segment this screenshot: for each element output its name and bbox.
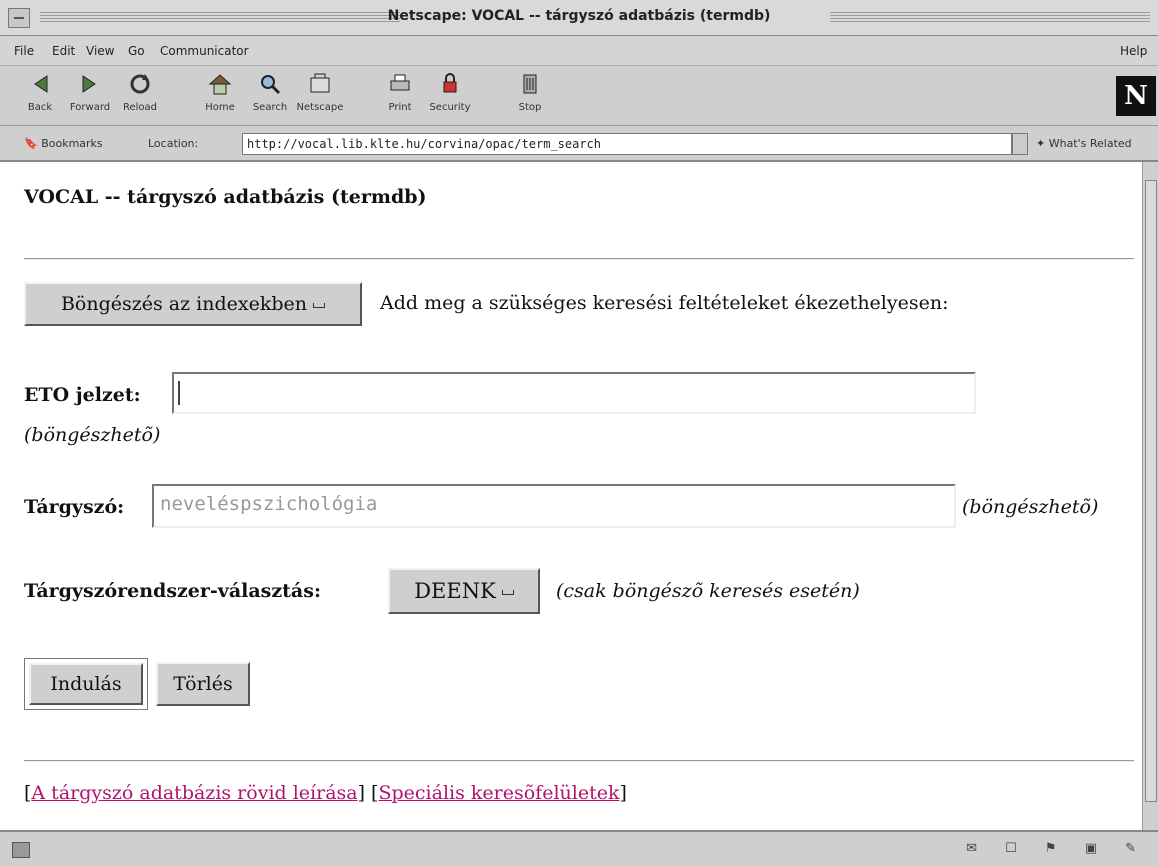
netscape-icon [310, 73, 330, 93]
reload-button[interactable]: Reload [110, 72, 170, 122]
print-icon [390, 74, 410, 91]
stop-label: Stop [518, 102, 542, 113]
subject-placeholder: neveléspszichológia [160, 493, 378, 515]
eto-label: ETO jelzet: [24, 384, 141, 406]
back-icon [34, 75, 48, 93]
text-cursor [178, 380, 180, 405]
subject-system-dropdown[interactable]: DEENK [388, 568, 540, 614]
footer-links: [A tárgyszó adatbázis rövid leírása] [Sp… [24, 782, 627, 804]
search-icon [261, 75, 281, 95]
bookmarks-button[interactable]: 🔖 Bookmarks [24, 137, 103, 150]
menu-edit[interactable]: Edit [52, 44, 75, 58]
navigation-toolbar: Back Forward Reload Home Search Netscape… [0, 66, 1158, 126]
security-icon [443, 73, 457, 93]
whats-related-button[interactable]: ✦ What's Related [1036, 137, 1132, 150]
divider [24, 258, 1134, 260]
description-link[interactable]: A tárgyszó adatbázis rövid leírása [31, 782, 357, 804]
location-bar: 🔖 Bookmarks Location: http://vocal.lib.k… [0, 126, 1158, 162]
related-icon: ✦ [1036, 137, 1046, 150]
netscape-button[interactable]: Netscape [290, 72, 350, 122]
subject-label: Tárgyszó: [24, 496, 125, 518]
security-lock-icon[interactable] [12, 842, 30, 858]
clear-button[interactable]: Törlés [156, 662, 250, 706]
bookmark-icon: 🔖 [24, 137, 38, 150]
option-menu-icon [313, 302, 326, 308]
component-bar-icons[interactable]: ✉ ☐ ⚑ ▣ ✎ [966, 841, 1148, 856]
subject-input[interactable]: neveléspszichológia [152, 484, 956, 528]
page-title: VOCAL -- tárgyszó adatbázis (termdb) [24, 186, 427, 208]
subject-system-value: DEENK [414, 579, 496, 603]
instruction-text: Add meg a szükséges keresési feltételeke… [380, 292, 949, 314]
whats-related-label: What's Related [1048, 137, 1132, 150]
menu-help[interactable]: Help [1120, 44, 1147, 58]
window-title-bar: Netscape: VOCAL -- tárgyszó adatbázis (t… [0, 0, 1158, 36]
bookmarks-label: Bookmarks [41, 137, 103, 150]
title-bar-texture [830, 12, 1150, 22]
netscape-label: Netscape [296, 102, 344, 113]
location-url-field[interactable]: http://vocal.lib.klte.hu/corvina/opac/te… [242, 133, 1012, 155]
status-bar: ✉ ☐ ⚑ ▣ ✎ [0, 830, 1158, 866]
menu-view[interactable]: View [86, 44, 114, 58]
stop-icon [523, 74, 537, 94]
security-label: Security [429, 102, 471, 113]
eto-input[interactable] [172, 372, 976, 414]
location-dropdown-button[interactable] [1012, 133, 1028, 155]
security-button[interactable]: Security [420, 72, 480, 122]
browse-indexes-label: Böngészés az indexekben [60, 293, 308, 315]
divider [24, 760, 1134, 762]
menu-bar: File Edit View Go Communicator Help [0, 36, 1158, 66]
forward-icon [82, 75, 96, 93]
browse-indexes-dropdown[interactable]: Böngészés az indexekben [24, 282, 362, 326]
subject-system-note: (csak böngészõ keresés esetén) [556, 580, 860, 602]
menu-file[interactable]: File [14, 44, 34, 58]
start-button[interactable]: Indulás [29, 663, 143, 705]
special-search-link[interactable]: Speciális keresõfelületek [378, 782, 619, 804]
scrollbar-thumb[interactable] [1145, 180, 1157, 802]
option-menu-icon [501, 590, 514, 595]
home-icon [208, 74, 232, 95]
reload-label: Reload [122, 102, 158, 113]
vertical-scrollbar[interactable] [1142, 162, 1158, 830]
reload-icon [130, 74, 150, 94]
default-button-frame: Indulás [24, 658, 148, 710]
page-content: VOCAL -- tárgyszó adatbázis (termdb) Bön… [0, 162, 1142, 830]
stop-button[interactable]: Stop [500, 72, 560, 122]
subject-system-label: Tárgyszórendszer-választás: [24, 580, 321, 602]
subject-browsable-note: (böngészhetõ) [962, 496, 1099, 518]
menu-communicator[interactable]: Communicator [160, 44, 249, 58]
location-label: Location: [148, 137, 199, 150]
netscape-logo[interactable]: N [1116, 76, 1156, 116]
eto-browsable-note: (böngészhetõ) [24, 424, 161, 446]
menu-go[interactable]: Go [128, 44, 145, 58]
